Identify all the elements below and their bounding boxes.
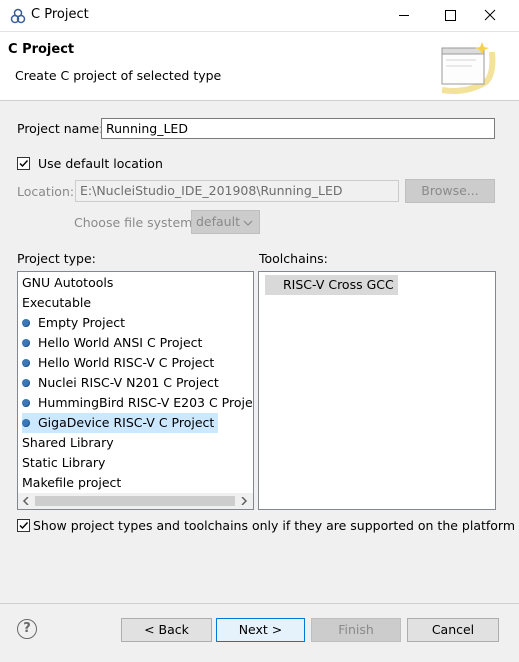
- list-item-label: Executable: [22, 295, 92, 310]
- show-supported-label: Show project types and toolchains only i…: [33, 518, 516, 533]
- list-item[interactable]: Shared Library: [22, 433, 118, 453]
- list-item-label: Hello World ANSI C Project: [38, 335, 203, 350]
- list-item[interactable]: Executable: [22, 293, 95, 313]
- project-name-label: Project name:: [17, 121, 104, 136]
- location-label: Location:: [17, 184, 75, 199]
- file-system-select[interactable]: default: [191, 210, 260, 234]
- project-type-list[interactable]: GNU Autotools Executable Empty Project Hell…: [17, 271, 254, 510]
- file-system-value: default: [196, 214, 240, 229]
- location-input[interactable]: E:\NucleiStudio_IDE_201908\Running_LED: [75, 180, 399, 202]
- project-name-input[interactable]: Running_LED: [101, 118, 495, 139]
- close-icon: [484, 9, 496, 21]
- list-item[interactable]: GigaDevice RISC-V C Project: [22, 413, 219, 433]
- file-system-label: Choose file system:: [74, 215, 197, 230]
- list-item-label: Empty Project: [38, 315, 126, 330]
- list-item[interactable]: Makefile project: [22, 473, 125, 493]
- minimize-button[interactable]: [381, 0, 427, 31]
- project-template-icon: [22, 358, 30, 367]
- finish-button[interactable]: Finish: [311, 618, 401, 642]
- maximize-button[interactable]: [427, 0, 473, 31]
- show-supported-checkbox[interactable]: [17, 519, 30, 532]
- window-title: C Project: [31, 7, 89, 22]
- maximize-icon: [445, 10, 456, 21]
- use-default-location-label: Use default location: [38, 156, 163, 171]
- project-template-icon: [22, 318, 30, 327]
- list-item[interactable]: RISC-V Cross GCC: [265, 275, 398, 295]
- list-item-label: HummingBird RISC-V E203 C Project: [38, 395, 254, 410]
- list-item-label: Static Library: [22, 455, 106, 470]
- list-item-label: Makefile project: [22, 475, 122, 490]
- list-item-label: Hello World RISC-V C Project: [38, 355, 215, 370]
- project-template-icon: [22, 338, 30, 347]
- c-project-icon: [10, 8, 26, 24]
- list-item[interactable]: HummingBird RISC-V E203 C Project: [22, 393, 254, 413]
- use-default-location-checkbox[interactable]: [17, 157, 30, 170]
- minimize-icon: [399, 15, 409, 16]
- list-item-label: RISC-V Cross GCC: [283, 277, 394, 292]
- horizontal-scrollbar[interactable]: [18, 493, 253, 509]
- toolchains-label: Toolchains:: [259, 251, 328, 266]
- scroll-left-icon[interactable]: [22, 497, 30, 505]
- browse-button[interactable]: Browse...: [405, 179, 495, 203]
- project-template-icon: [22, 418, 30, 427]
- project-template-icon: [22, 378, 30, 387]
- list-item-label: GigaDevice RISC-V C Project: [38, 415, 215, 430]
- chevron-down-icon: [243, 220, 253, 226]
- list-item[interactable]: Hello World ANSI C Project: [22, 333, 206, 353]
- banner-title: C Project: [8, 42, 75, 57]
- back-button[interactable]: < Back: [121, 618, 212, 642]
- project-template-icon: [22, 398, 30, 407]
- banner-description: Create C project of selected type: [15, 68, 222, 83]
- list-item-label: Shared Library: [22, 435, 114, 450]
- next-button[interactable]: Next >: [216, 618, 305, 642]
- wizard-banner: C Project Create C project of selected t…: [0, 32, 519, 101]
- list-item[interactable]: GNU Autotools: [22, 273, 117, 293]
- checkmark-icon: [19, 160, 29, 168]
- toolchains-list[interactable]: RISC-V Cross GCC: [258, 271, 496, 510]
- list-item[interactable]: Empty Project: [22, 313, 129, 333]
- list-item-label: GNU Autotools: [22, 275, 114, 290]
- list-item[interactable]: Nuclei RISC-V N201 C Project: [22, 373, 223, 393]
- list-item[interactable]: Static Library: [22, 453, 109, 473]
- cancel-button[interactable]: Cancel: [407, 618, 499, 642]
- checkmark-icon: [19, 522, 29, 530]
- help-icon[interactable]: ?: [17, 619, 37, 639]
- project-type-label: Project type:: [17, 251, 96, 266]
- scroll-right-icon[interactable]: [240, 497, 248, 505]
- close-button[interactable]: [473, 0, 519, 31]
- list-item-label: Nuclei RISC-V N201 C Project: [38, 375, 219, 390]
- scrollbar-thumb[interactable]: [35, 496, 235, 506]
- list-item[interactable]: Hello World RISC-V C Project: [22, 353, 218, 373]
- wizard-banner-icon: [441, 42, 496, 94]
